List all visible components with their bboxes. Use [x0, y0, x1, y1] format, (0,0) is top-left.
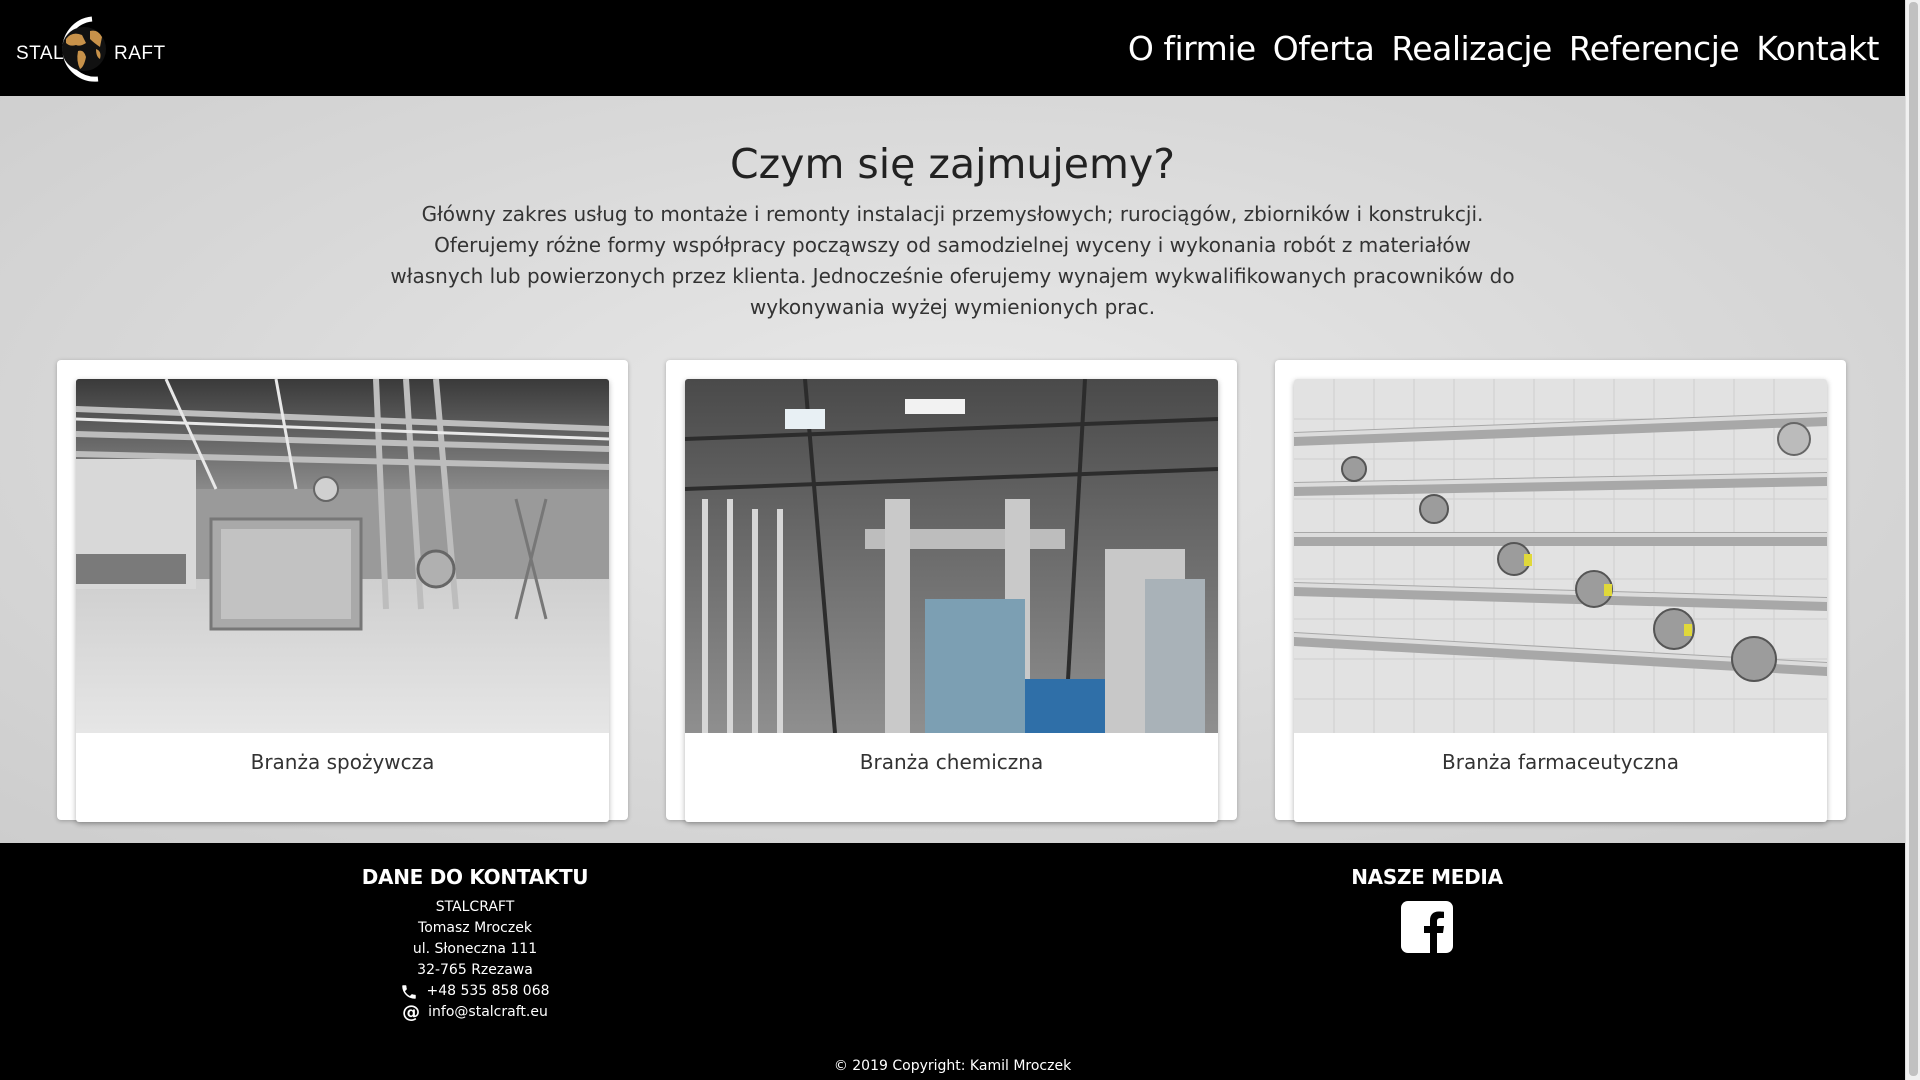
- city-address: 32-765 Rzezawa: [417, 962, 533, 978]
- company-name: STALCRAFT: [435, 899, 515, 915]
- stalcraft-logo[interactable]: STAL RAFT: [14, 9, 166, 87]
- card-inner: Branża farmaceutyczna: [1294, 379, 1827, 822]
- phone-number: +48 535 858 068: [426, 983, 550, 999]
- card-food-industry[interactable]: Branża spożywcza: [57, 360, 628, 822]
- contact-section: DANE DO KONTAKTU STALCRAFT Tomasz Mrocze…: [350, 865, 600, 1023]
- phone-line[interactable]: +48 535 858 068: [350, 981, 600, 1002]
- globe-logo-icon: [62, 16, 106, 82]
- contact-person: Tomasz Mroczek: [418, 920, 532, 936]
- card-pharmaceutical-industry[interactable]: Branża farmaceutyczna: [1275, 360, 1846, 822]
- facebook-icon: [1401, 901, 1453, 953]
- card-caption: Branża chemiczna: [859, 750, 1044, 774]
- card-inner: Branża chemiczna: [685, 379, 1218, 822]
- media-heading: NASZE MEDIA: [1351, 865, 1503, 889]
- chemical-industry-photo: [685, 379, 1218, 733]
- media-section: NASZE MEDIA: [1327, 865, 1527, 958]
- card-caption: Branża farmaceutyczna: [1442, 750, 1679, 774]
- card-inner: Branża spożywcza: [76, 379, 609, 822]
- site-header: STAL RAFT O firmie Oferta Realizacje Ref…: [0, 0, 1905, 96]
- food-industry-photo: [76, 379, 609, 733]
- scrollbar-thumb[interactable]: [1909, 2, 1918, 1076]
- card-chemical-industry[interactable]: Branża chemiczna: [666, 360, 1237, 822]
- pharmaceutical-industry-photo: [1294, 379, 1827, 733]
- site-footer: DANE DO KONTAKTU STALCRAFT Tomasz Mrocze…: [0, 843, 1905, 1080]
- facebook-link[interactable]: [1401, 901, 1453, 958]
- nav-o-firmie[interactable]: O firmie: [1128, 29, 1256, 68]
- at-icon: @: [402, 1002, 421, 1023]
- logo-text-right: RAFT: [114, 43, 166, 64]
- scrollbar[interactable]: [1905, 0, 1920, 1080]
- main-section: Czym się zajmujemy? Główny zakres usług …: [0, 96, 1905, 843]
- nav-realizacje[interactable]: Realizacje: [1391, 29, 1552, 68]
- main-nav: O firmie Oferta Realizacje Referencje Ko…: [1128, 29, 1880, 68]
- nav-oferta[interactable]: Oferta: [1273, 29, 1375, 68]
- phone-icon: [402, 984, 417, 999]
- email-line[interactable]: @ info@stalcraft.eu: [350, 1002, 600, 1023]
- copyright: © 2019 Copyright: Kamil Mroczek: [833, 1058, 1072, 1074]
- nav-kontakt[interactable]: Kontakt: [1756, 29, 1879, 68]
- email-address: info@stalcraft.eu: [428, 1004, 548, 1020]
- contact-heading: DANE DO KONTAKTU: [361, 865, 589, 889]
- street-address: ul. Słoneczna 111: [412, 941, 538, 957]
- intro-text: Główny zakres usług to montaże i remonty…: [390, 202, 1515, 319]
- page-title: Czym się zajmujemy?: [730, 140, 1175, 188]
- nav-referencje[interactable]: Referencje: [1569, 29, 1740, 68]
- card-caption: Branża spożywcza: [250, 750, 435, 774]
